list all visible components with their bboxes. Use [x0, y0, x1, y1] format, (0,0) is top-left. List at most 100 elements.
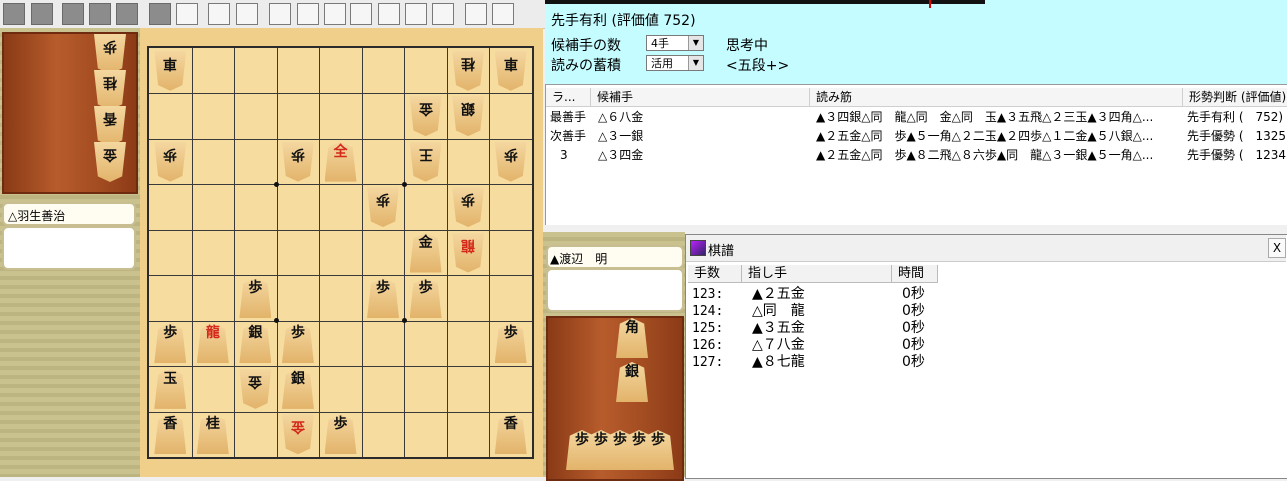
piece-label: 王 [418, 145, 433, 162]
shogi-piece[interactable]: 香 [494, 414, 527, 455]
shogi-piece[interactable]: 金 [409, 96, 442, 137]
move-number: 124: [692, 304, 724, 319]
shogi-piece[interactable]: 歩 [367, 187, 400, 228]
hand-piece[interactable]: 金 [94, 142, 126, 182]
back-icon[interactable] [324, 3, 346, 25]
shogi-piece[interactable]: 香 [154, 414, 187, 455]
shogi-piece[interactable]: 金 [239, 368, 272, 409]
shogi-piece[interactable]: 歩 [409, 277, 442, 318]
shogi-piece[interactable]: 金 [281, 414, 314, 455]
piece-label: 桂 [461, 54, 476, 71]
piece-label: 車 [163, 54, 178, 71]
reading-value: 活用 [651, 57, 673, 70]
col-header-move[interactable]: 候補手 [591, 88, 810, 107]
shogi-piece[interactable]: 歩 [239, 277, 272, 318]
shogi-piece[interactable]: 歩 [324, 414, 357, 455]
piece-label: 歩 [461, 191, 476, 208]
shogi-piece[interactable]: 桂 [452, 50, 485, 91]
move-number: 127: [692, 355, 724, 370]
reading-select[interactable]: 活用 ▼ [646, 55, 704, 71]
toolbar [0, 0, 545, 29]
shogi-piece[interactable]: 龍 [452, 232, 485, 273]
shogi-piece[interactable]: 王 [409, 141, 442, 182]
next-icon[interactable] [465, 3, 487, 25]
grid-line [149, 275, 532, 277]
grid-line [319, 48, 321, 457]
shogi-piece[interactable]: 銀 [452, 96, 485, 137]
candidates-select[interactable]: 4手 ▼ [646, 35, 704, 51]
hand-piece[interactable]: 香 [94, 106, 126, 146]
gote-name-plate: △羽生善治 [2, 202, 136, 226]
shogi-piece[interactable]: 歩 [367, 277, 400, 318]
piece-label: 全 [333, 143, 348, 160]
piece-label: 金 [248, 372, 263, 389]
shogi-piece[interactable]: 歩 [281, 141, 314, 182]
piece-label: 香 [163, 416, 178, 433]
piece-label: 桂 [103, 74, 117, 90]
shogi-piece[interactable]: 銀 [281, 368, 314, 409]
line-cell: ▲２五金△同 歩▲５一角△２二玉▲２四歩△１二金▲５八銀△... [816, 129, 1154, 143]
calc-icon[interactable] [176, 3, 198, 25]
move-time: 0秒 [902, 320, 925, 336]
eval-bar [545, 0, 985, 4]
eval-text: 先手有利 (評価値 752) [551, 13, 696, 29]
square-icon[interactable] [116, 3, 138, 25]
shogi-board[interactable]: 車桂車金銀歩歩全王歩歩歩金龍歩歩歩歩龍銀歩歩玉金銀香桂金歩香 [140, 28, 543, 477]
eval-marker [929, 0, 931, 8]
col-header-judge[interactable]: 形勢判断 (評価値) [1183, 88, 1287, 107]
col-header-time[interactable]: 時間 [892, 265, 938, 283]
hand-piece[interactable]: 歩 [642, 430, 674, 470]
square-icon[interactable] [149, 3, 171, 25]
shogi-piece[interactable]: 龍 [196, 323, 229, 364]
shogi-piece[interactable]: 歩 [452, 187, 485, 228]
hand-piece[interactable]: 角 [616, 318, 648, 358]
start-icon[interactable] [350, 3, 372, 25]
shogi-piece[interactable]: 車 [154, 50, 187, 91]
hand-piece[interactable]: 桂 [94, 70, 126, 110]
shogi-piece[interactable]: 車 [494, 50, 527, 91]
board-icon[interactable] [3, 3, 25, 25]
first-icon[interactable] [297, 3, 319, 25]
square-icon[interactable] [89, 3, 111, 25]
piece-label: 歩 [290, 145, 305, 162]
grid-line [276, 48, 278, 457]
monitor-icon[interactable] [492, 3, 514, 25]
move-number: 123: [692, 287, 724, 302]
shogi-piece[interactable]: 歩 [494, 323, 527, 364]
shogi-piece[interactable]: 銀 [239, 323, 272, 364]
star-point [274, 181, 280, 187]
judge-cell: 先手優勢 ( 1234) [1187, 148, 1287, 162]
piece-label: 香 [103, 110, 117, 126]
forward-icon[interactable] [432, 3, 454, 25]
shogi-piece[interactable]: 桂 [196, 414, 229, 455]
shogi-piece[interactable]: 歩 [154, 323, 187, 364]
col-header-move[interactable]: 指し手 [742, 265, 892, 283]
col-header-rank[interactable]: ラ... [546, 88, 591, 107]
stop-icon[interactable] [378, 3, 400, 25]
tree-icon[interactable] [269, 3, 291, 25]
piece-label: 歩 [503, 145, 518, 162]
piece-label: 歩 [248, 279, 263, 296]
rank-cell: 次善手 [550, 129, 587, 143]
hand-piece[interactable]: 銀 [616, 362, 648, 402]
col-header-number[interactable]: 手数 [688, 265, 742, 283]
end-icon[interactable] [405, 3, 427, 25]
col-header-line[interactable]: 読み筋 [810, 88, 1183, 107]
gote-hand: 歩桂香金 [92, 34, 132, 189]
tree-icon[interactable] [236, 3, 258, 25]
shogi-piece[interactable]: 歩 [494, 141, 527, 182]
shogi-piece[interactable]: 玉 [154, 368, 187, 409]
shogi-piece[interactable]: 歩 [281, 323, 314, 364]
star-point [274, 318, 280, 324]
shogi-piece[interactable]: 金 [409, 232, 442, 273]
grid-line [234, 48, 236, 457]
close-icon[interactable]: X [1268, 238, 1286, 258]
square-icon[interactable] [62, 3, 84, 25]
square-icon[interactable] [208, 3, 230, 25]
grid-line [361, 48, 363, 457]
shogi-piece[interactable]: 全 [324, 141, 357, 182]
move-time: 0秒 [902, 354, 925, 370]
shogi-piece[interactable]: 歩 [154, 141, 187, 182]
copy-icon[interactable] [31, 3, 53, 25]
hand-piece[interactable]: 歩 [94, 34, 126, 74]
